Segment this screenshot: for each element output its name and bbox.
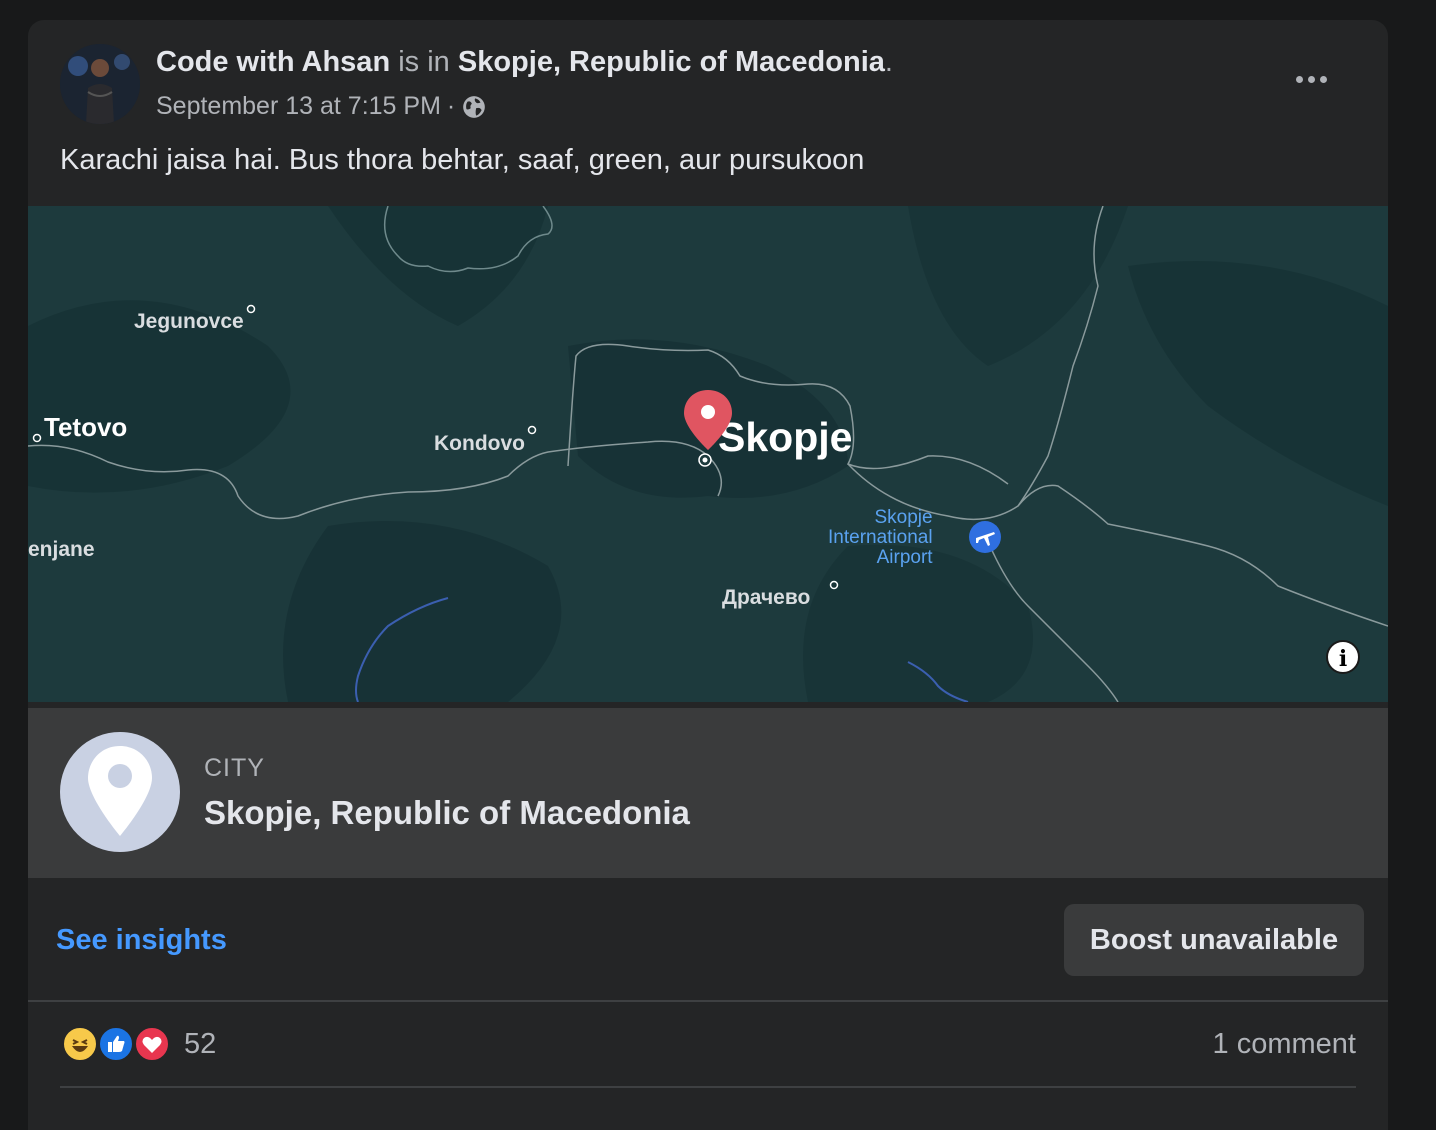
place-card[interactable]: CITY Skopje, Republic of Macedonia xyxy=(28,708,1388,878)
map-terrain xyxy=(28,206,1388,702)
map-label-jegunovce: Jegunovce xyxy=(134,310,244,333)
more-dot xyxy=(1295,75,1303,83)
more-options-button[interactable] xyxy=(1286,64,1336,94)
avatar-image xyxy=(60,44,140,124)
reactions-summary[interactable] xyxy=(62,1026,172,1062)
haha-face xyxy=(72,1039,88,1052)
haha-icon xyxy=(62,1026,98,1062)
map-label-tetovo: Tetovo xyxy=(44,412,128,442)
more-dot xyxy=(1307,75,1315,83)
boost-button[interactable]: Boost unavailable xyxy=(1064,904,1364,976)
airport-icon xyxy=(969,521,1001,553)
map-preview[interactable]: Jegunovce Tetovo Kondovo enjane Skopje I… xyxy=(28,206,1388,702)
divider xyxy=(28,1000,1388,1002)
author-name[interactable]: Code with Ahsan xyxy=(156,46,390,78)
header-period: . xyxy=(884,46,893,78)
thumb-up xyxy=(108,1035,125,1052)
heart xyxy=(142,1036,162,1053)
post-meta: September 13 at 7:15 PM · xyxy=(156,92,487,121)
map-label-kondovo: Kondovo xyxy=(434,432,525,455)
globe-icon[interactable] xyxy=(461,94,487,120)
see-insights-link[interactable]: See insights xyxy=(56,924,227,957)
map-pin-icon xyxy=(684,390,732,450)
post-header: Code with Ahsan is in Skopje, Republic o… xyxy=(156,46,893,79)
comment-count[interactable]: 1 comment xyxy=(1213,1028,1356,1061)
map-label-dracevo: Драчево xyxy=(722,586,811,609)
more-dot xyxy=(1319,75,1327,83)
map-info-button[interactable]: i xyxy=(1326,640,1360,674)
post-timestamp[interactable]: September 13 at 7:15 PM xyxy=(156,92,441,121)
map-label-skopje: Skopje xyxy=(718,414,853,460)
location-link[interactable]: Skopje, Republic of Macedonia xyxy=(458,46,885,78)
location-pin-shape xyxy=(88,746,152,836)
like-icon xyxy=(98,1026,134,1062)
place-name: Skopje, Republic of Macedonia xyxy=(204,794,690,831)
reaction-count[interactable]: 52 xyxy=(184,1028,216,1061)
place-type: CITY xyxy=(204,754,265,782)
love-icon xyxy=(134,1026,170,1062)
location-pin-icon xyxy=(60,732,180,852)
header-connector: is in xyxy=(398,46,450,78)
map-label-enjane: enjane xyxy=(28,538,95,561)
author-avatar[interactable] xyxy=(60,44,140,124)
post-card: Code with Ahsan is in Skopje, Republic o… xyxy=(28,20,1388,1130)
meta-separator: · xyxy=(446,92,456,120)
map-label-airport: Skopje International Airport xyxy=(828,507,933,568)
post-text: Karachi jaisa hai. Bus thora behtar, saa… xyxy=(60,144,865,176)
divider xyxy=(60,1086,1356,1088)
